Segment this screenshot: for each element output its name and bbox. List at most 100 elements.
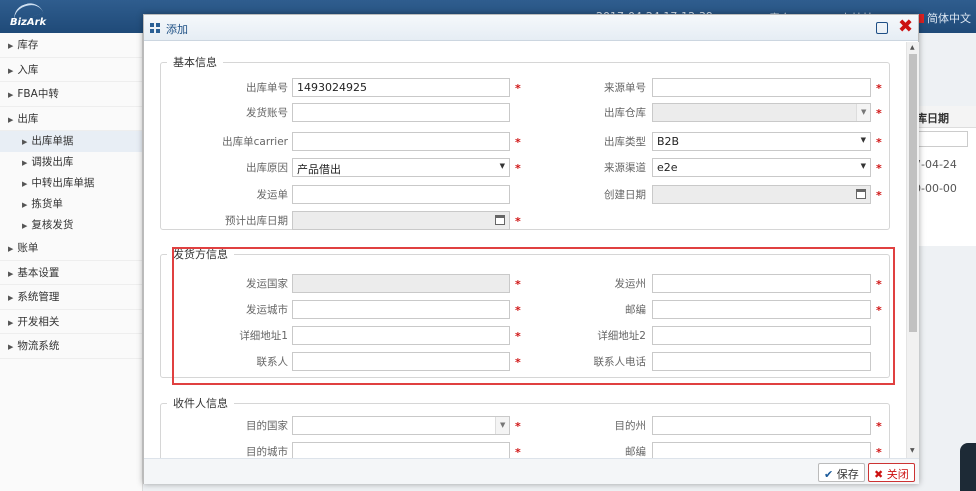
close-button[interactable]: ✖ 关闭	[868, 463, 915, 482]
calendar-icon[interactable]	[495, 215, 505, 225]
receiver-state-field[interactable]	[652, 416, 871, 435]
sidebar-subitem-transfer-out[interactable]: ▶ 调拨出库	[0, 152, 142, 173]
required-mark: *	[515, 446, 521, 458]
receiver-state-label: 目的州	[614, 420, 647, 432]
chevron-down-icon: ▼	[860, 162, 866, 170]
sender-contact-field[interactable]	[292, 352, 510, 371]
sender-address1-label: 详细地址1	[239, 330, 288, 342]
sender-address2-label: 详细地址2	[597, 330, 646, 342]
created-date-label: 创建日期	[604, 189, 646, 201]
source-no-field[interactable]	[652, 78, 871, 97]
close-icon[interactable]: ✖	[898, 16, 913, 37]
required-mark: *	[876, 189, 882, 202]
language-selector[interactable]: 简体中文	[912, 10, 971, 26]
sidebar-subitem-transit-out[interactable]: ▶ 中转出库单据	[0, 173, 142, 194]
chevron-down-icon: ▼	[499, 162, 505, 170]
receiver-zip-label: 邮编	[625, 446, 646, 458]
receiver-city-field[interactable]	[292, 442, 510, 458]
expand-triangle-icon: ▶	[8, 91, 14, 99]
required-mark: *	[876, 162, 882, 175]
sender-zip-field[interactable]	[652, 300, 871, 319]
close-icon: ✖	[874, 468, 884, 481]
required-mark: *	[515, 304, 521, 317]
expand-triangle-icon: ▶	[8, 115, 14, 124]
sidebar-item-system[interactable]: ▶ 系统管理	[0, 285, 142, 310]
type-label: 出库类型	[604, 136, 646, 148]
save-button[interactable]: ✔ 保存	[818, 463, 865, 482]
scroll-up-icon[interactable]: ▲	[910, 44, 915, 51]
sidebar-item-dev[interactable]: ▶ 开发相关	[0, 310, 142, 334]
expand-triangle-icon: ▶	[8, 66, 14, 75]
sender-address1-field[interactable]	[292, 326, 510, 345]
carrier-label: 出库单carrier	[222, 136, 288, 148]
sender-city-field[interactable]	[292, 300, 510, 319]
required-mark: *	[876, 107, 882, 120]
bizark-logo[interactable]: BizArk	[8, 0, 52, 30]
sidebar-item-inventory[interactable]: ▶ 库存	[0, 33, 142, 58]
sidebar-item-fba[interactable]: ▶ FBA中转	[0, 82, 142, 107]
required-mark: *	[515, 162, 521, 175]
source-no-label: 来源单号	[604, 82, 646, 94]
carrier-field[interactable]	[292, 132, 510, 151]
sidebar-subitem-picking[interactable]: ▶ 拣货单	[0, 194, 142, 215]
reason-label: 出库原因	[246, 162, 288, 174]
sidebar-subitem-outbound-orders[interactable]: ▶ 出库单据	[0, 131, 142, 152]
background-dark-corner	[960, 443, 976, 491]
background-cell: 7-04-24	[914, 158, 957, 171]
expand-triangle-icon: ▶	[8, 294, 14, 302]
maximize-icon[interactable]	[876, 22, 888, 34]
receiver-zip-field[interactable]	[652, 442, 871, 458]
sidebar: ▶ 库存 ▶ 入库 ▶ FBA中转 ▶ 出库 ▶ 出库单据 ▶ 调拨出库 ▶ 中转出库单据 ▶…	[0, 33, 143, 491]
expand-triangle-icon: ▶	[8, 269, 14, 278]
sidebar-item-inbound[interactable]: ▶ 入库	[0, 58, 142, 82]
bullet-triangle-icon: ▶	[22, 138, 28, 146]
sender-phone-field[interactable]	[652, 352, 871, 371]
sender-state-label: 发运州	[614, 278, 647, 290]
dialog-footer: ✔ 保存 ✖ 关闭	[144, 458, 919, 484]
type-select[interactable]: B2B ▼	[652, 132, 871, 151]
required-mark: *	[515, 82, 521, 95]
sender-address2-field[interactable]	[652, 326, 871, 345]
sidebar-item-billing[interactable]: ▶ 账单	[0, 236, 142, 261]
sidebar-item-logistics[interactable]: ▶ 物流系统	[0, 334, 142, 359]
language-label: 简体中文	[927, 12, 971, 25]
calendar-icon[interactable]	[856, 189, 866, 199]
reason-select[interactable]: 产品借出 ▼	[292, 158, 510, 177]
chevron-down-icon: ▼	[860, 136, 866, 144]
channel-label: 来源渠道	[604, 162, 646, 174]
order-no-field[interactable]: 1493024925	[292, 78, 510, 97]
created-date-field[interactable]	[652, 185, 871, 204]
planned-date-label: 预计出库日期	[225, 215, 288, 227]
sender-country-field[interactable]	[292, 274, 510, 293]
required-mark: *	[515, 330, 521, 343]
order-no-label: 出库单号	[246, 82, 288, 94]
add-dialog: 添加 ✖ 基本信息 出库单号 1493024925 * 来源单号 * 发货账号 …	[143, 14, 919, 484]
receiver-info-legend: 收件人信息	[173, 397, 228, 410]
scroll-thumb[interactable]	[909, 54, 917, 332]
required-mark: *	[515, 215, 521, 228]
required-mark: *	[515, 278, 521, 291]
warehouse-select[interactable]: ▼	[652, 103, 871, 122]
warehouse-label: 出库仓库	[604, 107, 646, 119]
expand-triangle-icon: ▶	[8, 245, 14, 253]
sender-state-field[interactable]	[652, 274, 871, 293]
expand-triangle-icon: ▶	[8, 318, 14, 327]
receiver-city-label: 目的城市	[246, 446, 288, 458]
waybill-label: 发运单	[256, 189, 289, 201]
sender-contact-label: 联系人	[256, 356, 289, 368]
scroll-down-icon[interactable]: ▼	[910, 447, 915, 454]
sidebar-item-basic-settings[interactable]: ▶ 基本设置	[0, 261, 142, 285]
planned-date-field[interactable]	[292, 211, 510, 230]
waybill-field[interactable]	[292, 185, 510, 204]
bullet-triangle-icon: ▶	[22, 180, 28, 188]
dialog-scrollbar[interactable]: ▲ ▼	[906, 42, 919, 458]
bullet-triangle-icon: ▶	[22, 222, 28, 230]
channel-select[interactable]: e2e ▼	[652, 158, 871, 177]
ship-account-field[interactable]	[292, 103, 510, 122]
chevron-down-icon: ▼	[500, 421, 506, 429]
sidebar-subitem-review-ship[interactable]: ▶ 复核发货	[0, 215, 142, 236]
receiver-country-select[interactable]: ▼	[292, 416, 510, 435]
sidebar-item-outbound[interactable]: ▶ 出库	[0, 107, 142, 131]
ship-account-label: 发货账号	[246, 107, 288, 119]
dialog-body: 基本信息 出库单号 1493024925 * 来源单号 * 发货账号 出库仓库 …	[144, 42, 906, 458]
